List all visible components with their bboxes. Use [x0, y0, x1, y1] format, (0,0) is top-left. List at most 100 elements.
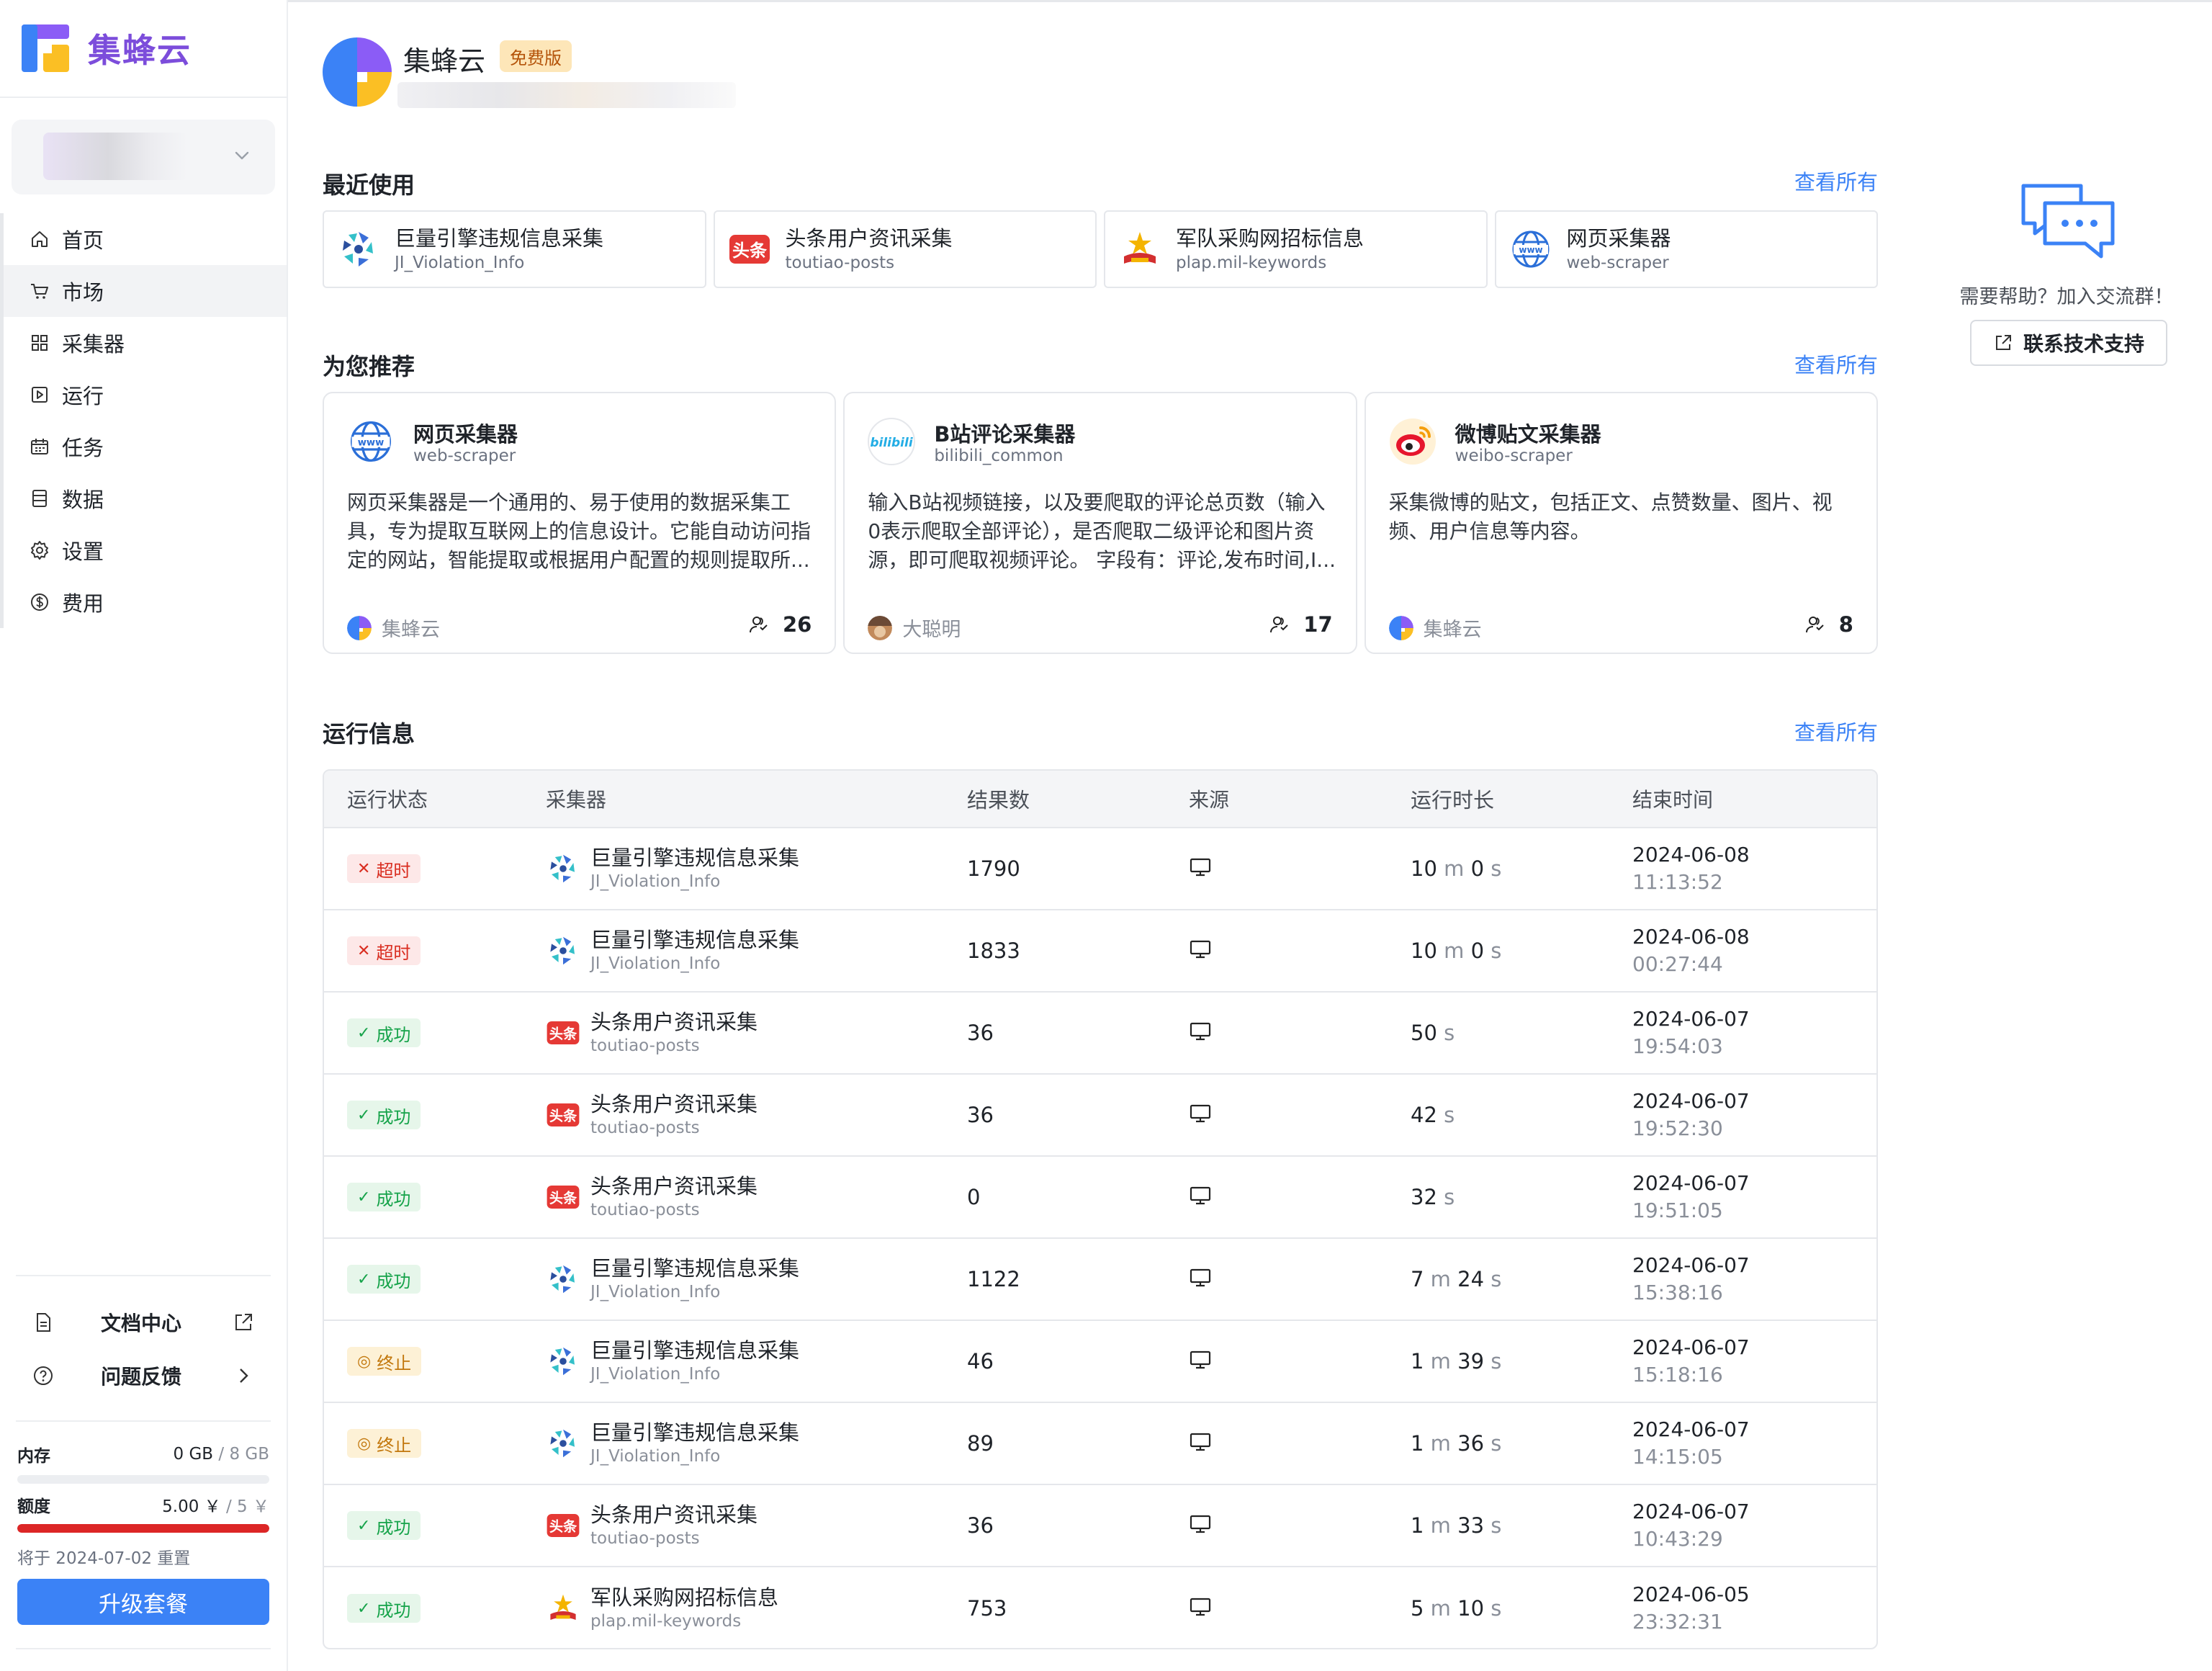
upgrade-plan-button[interactable]: 升级套餐	[17, 1579, 269, 1625]
table-row[interactable]: ✓ 成功 头条 头条用户资讯采集 toutiao-posts 0 32 s 2024-06-…	[324, 1157, 1876, 1239]
collector-name[interactable]: 巨量引擎违规信息采集	[590, 1255, 799, 1281]
run-duration: 1 m 36 s	[1411, 1431, 1632, 1456]
collector-name[interactable]: 巨量引擎违规信息采集	[590, 1420, 799, 1446]
collector-name[interactable]: 巨量引擎违规信息采集	[590, 1338, 799, 1363]
user-count-value: 17	[1303, 612, 1333, 637]
collector-slug: toutiao-posts	[590, 1036, 700, 1055]
divider	[16, 1275, 271, 1276]
collector-name[interactable]: 巨量引擎违规信息采集	[590, 845, 799, 871]
status-label: 成功	[376, 1188, 411, 1209]
memory-usage: 内存 0 GB / 8 GB	[17, 1442, 269, 1466]
stop-circle-icon: ◎	[357, 1434, 372, 1453]
table-row[interactable]: ✕ 超时 巨量引擎违规信息采集 JI_Violation_Info 1833 10 m 0…	[324, 910, 1876, 993]
table-row[interactable]: ✓ 成功 巨量引擎违规信息采集 JI_Violation_Info 1122 7 m 24…	[324, 1239, 1876, 1321]
duration-unit: s	[1491, 1431, 1502, 1456]
table-row[interactable]: ✕ 超时 巨量引擎违规信息采集 JI_Violation_Info 1790 10 m 0…	[324, 828, 1876, 910]
runs-see-all-link[interactable]: 查看所有	[1794, 716, 1878, 746]
table-row[interactable]: ✓ 成功 头条 头条用户资讯采集 toutiao-posts 36 42 s 2024-06…	[324, 1075, 1876, 1157]
check-icon: ✓	[357, 1270, 371, 1289]
collector-name[interactable]: 头条用户资讯采集	[590, 1502, 757, 1528]
table-row[interactable]: ✓ 成功 军队采购网招标信息 plap.mil-keywords 753 5 m 10 s…	[324, 1567, 1876, 1648]
end-time: 15:38:16	[1632, 1281, 1723, 1304]
juliang-icon	[546, 1262, 580, 1296]
end-time: 19:51:05	[1632, 1199, 1723, 1222]
column-header: 结果数	[967, 788, 1030, 812]
feedback-link[interactable]: 问题反馈	[32, 1354, 262, 1397]
end-date: 2024-06-08	[1632, 925, 1750, 949]
users-icon	[1269, 614, 1290, 635]
recent-see-all-link[interactable]: 查看所有	[1794, 166, 1878, 196]
result-count: 36	[967, 1513, 994, 1538]
recommend-card[interactable]: bilibili B站评论采集器 bilibili_common 输入B站视频链接，以…	[843, 392, 1357, 654]
recent-card[interactable]: 头条 头条用户资讯采集 toutiao-posts	[713, 210, 1097, 288]
collector-name[interactable]: 头条用户资讯采集	[590, 1009, 757, 1035]
collector-name[interactable]: 头条用户资讯采集	[590, 1173, 757, 1199]
duration-unit: s	[1444, 1185, 1455, 1209]
duration-unit: m	[1430, 1267, 1451, 1291]
recent-list: 巨量引擎违规信息采集 JI_Violation_Info 头条 头条用户资讯采集 tou…	[323, 210, 1878, 288]
table-row[interactable]: ✓ 成功 头条 头条用户资讯采集 toutiao-posts 36 1 m 33 s 202…	[324, 1485, 1876, 1567]
weibo-icon	[1389, 418, 1437, 465]
workspace-switcher[interactable]	[12, 120, 275, 194]
external-link-icon	[1993, 333, 2013, 353]
help-circle-icon	[32, 1364, 55, 1387]
duration-unit: s	[1444, 1021, 1455, 1045]
sidebar-item-2[interactable]: 采集器	[0, 317, 287, 369]
juliang-icon	[546, 1426, 580, 1461]
recommend-card[interactable]: www 网页采集器 web-scraper 网页采集器是一个通用的、易于使用的数据采集…	[323, 392, 837, 654]
duration-value: 32	[1411, 1185, 1437, 1209]
recommend-see-all-link[interactable]: 查看所有	[1794, 349, 1878, 379]
run-duration: 1 m 33 s	[1411, 1513, 1632, 1538]
brand[interactable]: 集蜂云	[22, 24, 192, 72]
author-name: 大聪明	[902, 619, 961, 641]
sidebar-item-7[interactable]: 费用	[0, 576, 287, 628]
divider	[16, 1648, 271, 1649]
toutiao-icon: 头条	[546, 1180, 580, 1214]
runs-table: 运行状态 采集器 结果数 来源 运行时长 结束时间 ✕ 超时 巨量引擎违规信息采集 JI_Vio…	[323, 769, 1878, 1649]
status-badge: ✓ 成功	[347, 1511, 421, 1540]
svg-text:头条: 头条	[549, 1190, 577, 1206]
table-row[interactable]: ◎ 终止 巨量引擎违规信息采集 JI_Violation_Info 46 1 m 39 s…	[324, 1321, 1876, 1403]
column-header: 运行时长	[1411, 788, 1495, 812]
recommend-card-slug: web-scraper	[413, 447, 516, 465]
sidebar-item-label: 费用	[62, 591, 104, 616]
docs-center-link[interactable]: 文档中心	[32, 1301, 262, 1344]
collector-name[interactable]: 巨量引擎违规信息采集	[590, 927, 799, 953]
avatar	[868, 615, 893, 640]
recent-card[interactable]: www 网页采集器 web-scraper	[1494, 210, 1878, 288]
stop-circle-icon: ◎	[357, 1352, 372, 1371]
monitor-icon	[1189, 1102, 1212, 1125]
sidebar-item-1[interactable]: 市场	[0, 265, 287, 317]
recommend-card[interactable]: 微博贴文采集器 weibo-scraper 采集微博的贴文，包括正文、点赞数量、图片…	[1364, 392, 1878, 654]
monitor-icon	[1189, 1430, 1212, 1453]
close-icon: ✕	[357, 859, 371, 878]
sidebar-item-3[interactable]: 运行	[0, 369, 287, 421]
status-badge: ✓ 成功	[347, 1265, 421, 1294]
contact-support-button[interactable]: 联系技术支持	[1970, 320, 2167, 366]
toutiao-icon: 头条	[546, 1016, 580, 1050]
run-duration: 42 s	[1411, 1103, 1632, 1127]
memory-label: 内存	[17, 1447, 50, 1466]
svg-text:www: www	[358, 438, 385, 449]
memory-progress-bar	[17, 1475, 269, 1484]
author-name: 集蜂云	[382, 619, 440, 641]
divider	[16, 1420, 271, 1422]
collector-name[interactable]: 头条用户资讯采集	[590, 1091, 757, 1117]
collector-slug: JI_Violation_Info	[590, 1283, 721, 1302]
recent-card[interactable]: 军队采购网招标信息 plap.mil-keywords	[1104, 210, 1488, 288]
duration-unit: s	[1444, 1103, 1455, 1127]
sidebar-item-4[interactable]: 任务	[0, 421, 287, 472]
table-row[interactable]: ◎ 终止 巨量引擎违规信息采集 JI_Violation_Info 89 1 m 36 s…	[324, 1403, 1876, 1485]
sidebar-item-0[interactable]: 首页	[0, 213, 287, 265]
recent-card-slug: toutiao-posts	[785, 254, 895, 272]
cart-icon	[29, 280, 50, 302]
collector-name[interactable]: 军队采购网招标信息	[590, 1585, 778, 1610]
memory-total: / 8 GB	[218, 1445, 269, 1464]
sidebar-item-6[interactable]: 设置	[0, 524, 287, 576]
table-row[interactable]: ✓ 成功 头条 头条用户资讯采集 toutiao-posts 36 50 s 2024-06…	[324, 993, 1876, 1075]
sidebar-item-5[interactable]: 数据	[0, 472, 287, 524]
monitor-icon	[1189, 1266, 1212, 1289]
monitor-icon	[1189, 1513, 1212, 1536]
recent-card[interactable]: 巨量引擎违规信息采集 JI_Violation_Info	[323, 210, 706, 288]
user-count-value: 26	[782, 612, 812, 637]
